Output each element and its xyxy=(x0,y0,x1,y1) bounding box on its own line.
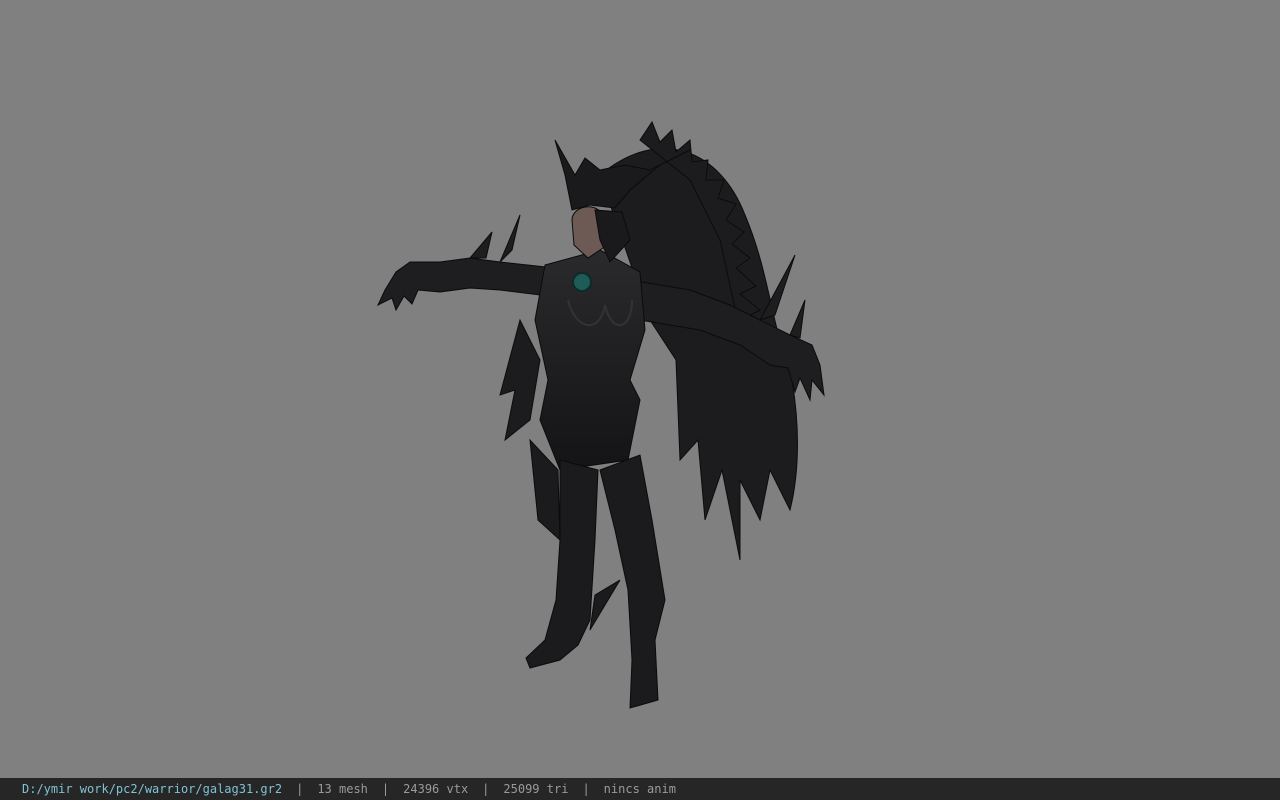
separator: | xyxy=(582,782,590,796)
mesh-count: 13 mesh xyxy=(317,782,368,796)
vertex-count: 24396 vtx xyxy=(403,782,469,796)
status-bar: D:/ymir work/pc2/warrior/galag31.gr2 | 1… xyxy=(0,778,1280,800)
character-model xyxy=(376,120,825,709)
separator: | xyxy=(482,782,490,796)
file-path: D:/ymir work/pc2/warrior/galag31.gr2 xyxy=(22,782,283,796)
animation-status: nincs anim xyxy=(603,782,676,796)
left-arm xyxy=(376,214,556,312)
separator: | xyxy=(381,782,390,796)
triangle-count: 25099 tri xyxy=(503,782,569,796)
amulet xyxy=(572,272,592,292)
3d-viewport[interactable] xyxy=(0,0,1280,778)
legs xyxy=(525,438,666,709)
separator: | xyxy=(296,782,304,796)
